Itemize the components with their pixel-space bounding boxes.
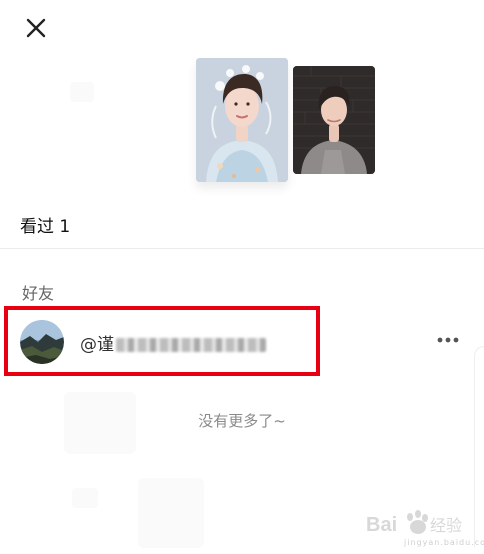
more-horizontal-icon	[437, 337, 459, 343]
faded-background-shape	[138, 478, 204, 548]
avatar[interactable]	[20, 320, 64, 364]
more-options-button[interactable]	[432, 330, 464, 350]
svg-text:经验: 经验	[430, 516, 462, 535]
side-panel-edge	[474, 346, 484, 547]
viewer-photo[interactable]	[293, 66, 375, 174]
close-icon	[26, 18, 46, 38]
username-blurred-region	[116, 338, 266, 352]
svg-text:Bai: Bai	[366, 514, 397, 536]
watermark-url: jingyan.baidu.com	[404, 538, 484, 547]
viewers-count-label: 看过 1	[20, 217, 71, 237]
friends-section-title: 好友	[22, 284, 55, 303]
faded-background-shape	[72, 488, 98, 508]
no-more-text: 没有更多了~	[198, 412, 286, 430]
friend-list-item[interactable]: @谨	[0, 306, 484, 376]
viewers-tab[interactable]: 看过 1	[0, 196, 484, 249]
close-button[interactable]	[18, 10, 54, 46]
username-first-char: 谨	[97, 335, 114, 355]
username-prefix: @	[80, 335, 97, 355]
viewer-photo[interactable]	[196, 58, 288, 182]
friend-username[interactable]: @谨	[80, 330, 266, 355]
faded-background-shape	[70, 82, 94, 102]
